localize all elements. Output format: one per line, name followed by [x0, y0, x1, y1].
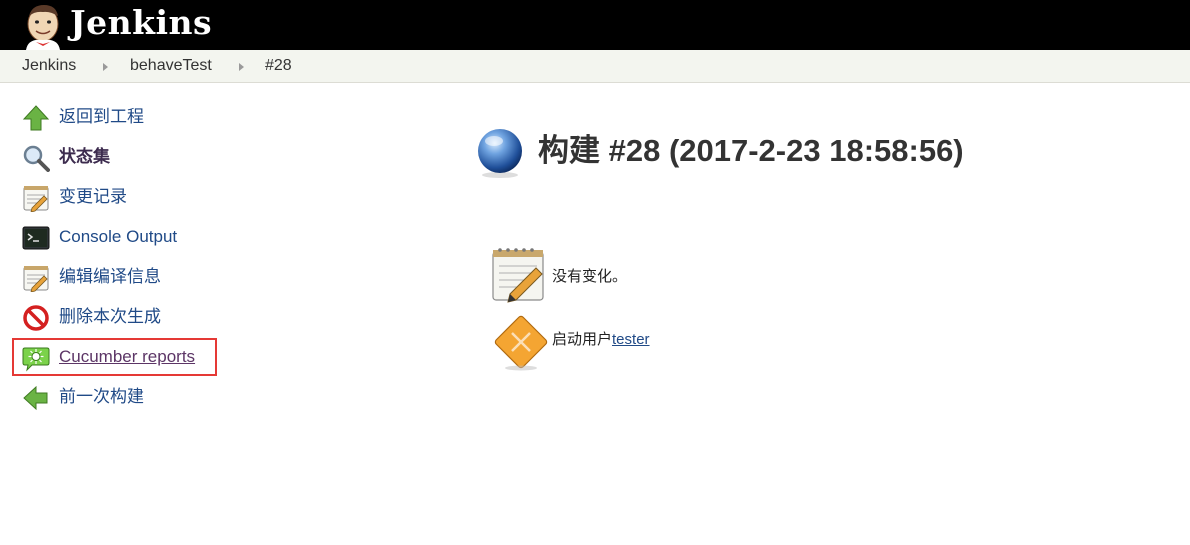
started-by: 启动用户tester: [552, 330, 650, 350]
jenkins-brand[interactable]: Jenkins: [70, 2, 212, 44]
breadcrumb-jenkins[interactable]: Jenkins: [22, 50, 76, 82]
notepad-icon: [22, 184, 50, 213]
sidebar-item-label: 删除本次生成: [59, 307, 161, 326]
sidebar-item-label: 前一次构建: [59, 387, 144, 406]
sidebar-item-label: 变更记录: [59, 187, 127, 206]
changes-summary: 没有变化。: [552, 268, 628, 285]
no-entry-icon: [22, 304, 50, 332]
user-cause-icon: [492, 313, 550, 371]
terminal-icon: [22, 224, 50, 252]
started-by-prefix: 启动用户: [552, 331, 613, 348]
breadcrumb-build[interactable]: #28: [265, 50, 292, 82]
sidebar-item-label: 状态集: [59, 147, 110, 166]
notepad-edit-icon: [22, 264, 50, 293]
breadcrumb-separator-icon[interactable]: [103, 63, 108, 71]
jenkins-logo-icon[interactable]: [20, 2, 66, 50]
breadcrumb-separator-icon[interactable]: [239, 63, 244, 71]
sidebar-item-label: Console Output: [59, 227, 178, 246]
breadcrumb-job[interactable]: behaveTest: [130, 50, 212, 82]
started-by-user-link[interactable]: tester: [612, 331, 650, 348]
blue-ball-icon: [474, 127, 526, 179]
highlight-box: [12, 338, 217, 376]
top-header: Jenkins: [0, 0, 1190, 50]
page-title: 构建 #28 (2017-2-23 18:58:56): [538, 133, 964, 168]
sidebar-item-label: 返回到工程: [59, 107, 144, 126]
left-arrow-icon: [22, 384, 50, 412]
breadcrumb: Jenkins behaveTest #28: [0, 50, 1190, 83]
sidebar-item-label: 编辑编译信息: [59, 267, 161, 286]
magnifier-icon: [22, 144, 50, 172]
up-arrow-icon: [22, 104, 50, 132]
notepad-icon: [490, 246, 548, 304]
